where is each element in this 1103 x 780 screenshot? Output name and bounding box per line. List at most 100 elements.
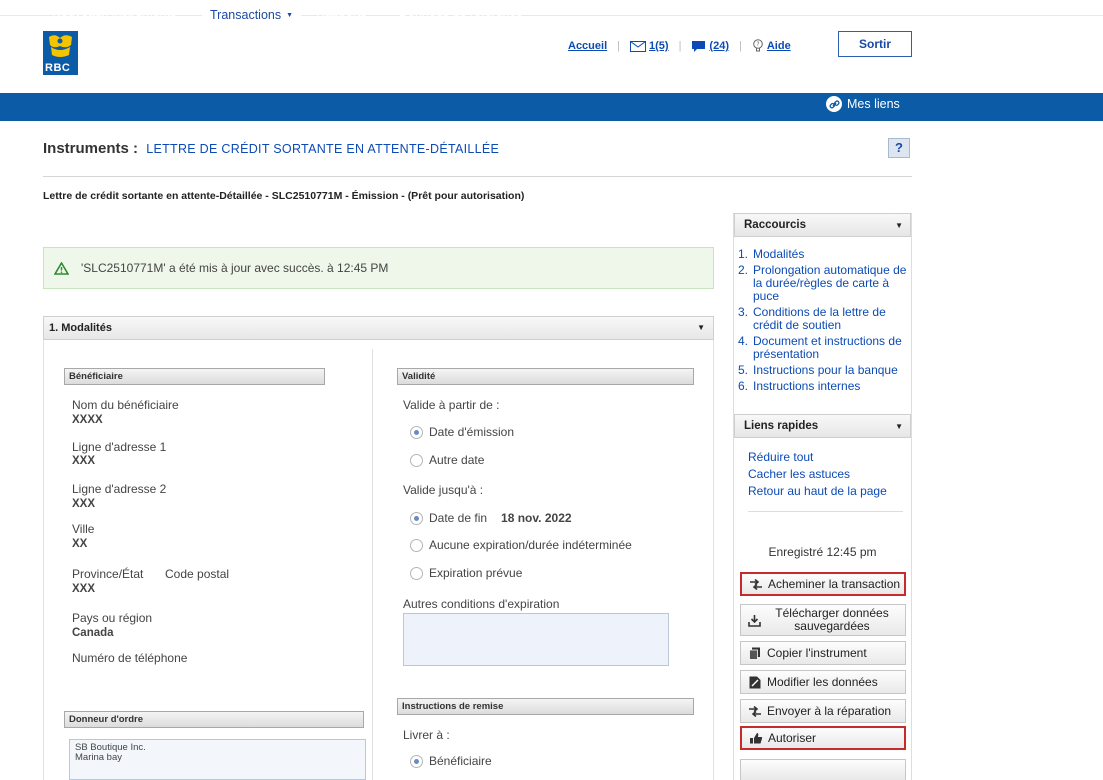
- nav-donnees-reference[interactable]: Données de référence ▼: [399, 0, 535, 28]
- code-postal-label: Code postal: [165, 567, 230, 581]
- date-fin-value: 18 nov. 2022: [501, 511, 572, 525]
- valide-until-label: Valide jusqu'à :: [403, 483, 484, 497]
- shortcuts-list: 1. Modalités 2. Prolongation automatique d…: [738, 248, 910, 396]
- envoyer-reparation-button[interactable]: Envoyer à la réparation: [740, 699, 906, 723]
- copy-icon: [747, 647, 762, 660]
- caret-down-icon: ▼: [286, 12, 294, 19]
- radio-aucune-expiration[interactable]: Aucune expiration/durée indéterminée: [410, 538, 632, 552]
- telephone-label: Numéro de téléphone: [72, 651, 188, 665]
- address-line: Marina bay: [75, 752, 122, 763]
- quick-links: Réduire tout Cacher les astuces Retour a…: [748, 449, 887, 500]
- svg-text:?: ?: [756, 41, 759, 48]
- caret-down-icon: ▼: [697, 323, 705, 332]
- livrer-label: Livrer à :: [403, 728, 450, 742]
- quick-link-cacher[interactable]: Cacher les astuces: [748, 466, 887, 483]
- aide-link[interactable]: ? Aide: [752, 39, 791, 53]
- notifications-link[interactable]: (24): [691, 40, 729, 53]
- page-title-link[interactable]: LETTRE DE CRÉDIT SORTANTE EN ATTENTE-DÉT…: [146, 142, 499, 156]
- nav-transactions[interactable]: Transactions ▼: [202, 0, 302, 28]
- radio-unchecked: [410, 566, 423, 580]
- aide-label[interactable]: Aide: [767, 40, 791, 52]
- help-button[interactable]: ?: [888, 138, 910, 158]
- caret-down-icon: ▼: [181, 9, 189, 16]
- notifications-count[interactable]: (24): [709, 40, 729, 52]
- shortcut-item[interactable]: 1. Modalités: [738, 248, 910, 261]
- button-label: Télécharger données sauvegardées: [775, 606, 889, 633]
- download-icon: [747, 614, 762, 627]
- shortcut-num: 2.: [738, 263, 749, 277]
- radio-beneficiaire[interactable]: Bénéficiaire: [410, 754, 492, 768]
- success-message: 'SLC2510771M' a été mis à jour avec succ…: [81, 261, 389, 275]
- quick-link-retour[interactable]: Retour au haut de la page: [748, 483, 887, 500]
- caret-down-icon: ▼: [527, 9, 535, 16]
- shortcut-item[interactable]: 6. Instructions internes: [738, 380, 910, 393]
- caret-down-icon: ▼: [895, 221, 903, 230]
- pays-value: Canada: [72, 627, 114, 639]
- shortcut-label: Instructions internes: [753, 379, 861, 393]
- button-label: Acheminer la transaction: [768, 577, 901, 591]
- title-divider: [43, 176, 912, 177]
- section-title: 1. Modalités: [49, 322, 112, 334]
- messages-link[interactable]: 1(5): [630, 40, 669, 52]
- shortcut-label: Conditions de la lettre de crédit de sou…: [753, 305, 886, 332]
- shortcut-item[interactable]: 4. Document et instructions de présentati…: [738, 335, 910, 361]
- route-arrows-icon: [747, 705, 762, 717]
- radio-expiration-prevue[interactable]: Expiration prévue: [410, 566, 522, 580]
- top-links: Accueil | 1(5) | (24) | ? Aide: [568, 38, 791, 54]
- shortcut-num: 3.: [738, 305, 749, 319]
- nav-label: Données de référence: [399, 5, 523, 19]
- mes-liens-label: Mes liens: [847, 97, 900, 111]
- separator: |: [738, 40, 742, 52]
- radio-checked: [410, 511, 423, 525]
- column-divider: [372, 349, 373, 780]
- warning-triangle-icon: [54, 261, 69, 275]
- shortcut-label: Document et instructions de présentation: [753, 334, 902, 361]
- raccourcis-header[interactable]: Raccourcis ▼: [734, 213, 911, 237]
- nav-label: Rapports: [316, 5, 367, 19]
- button-label: Copier l'instrument: [767, 646, 867, 660]
- ville-value: XX: [72, 538, 88, 550]
- nom-value: XXXX: [72, 414, 103, 426]
- ville-label: Ville: [72, 522, 95, 536]
- separator: |: [678, 40, 682, 52]
- radio-checked: [410, 754, 423, 768]
- section-modalites-header[interactable]: 1. Modalités ▼: [43, 316, 714, 340]
- sortir-button[interactable]: Sortir: [838, 31, 912, 57]
- shortcut-item[interactable]: 5. Instructions pour la banque: [738, 364, 910, 377]
- accueil-link[interactable]: Accueil: [568, 40, 607, 52]
- adresse1-label: Ligne d'adresse 1: [72, 440, 167, 454]
- radio-date-fin[interactable]: Date de fin 18 nov. 2022: [410, 511, 572, 525]
- button-label: Autoriser: [768, 731, 817, 745]
- help-bulb-icon: ?: [753, 39, 763, 52]
- nav-rapports[interactable]: Rapports ▼: [316, 0, 379, 28]
- quick-link-reduire[interactable]: Réduire tout: [748, 449, 887, 466]
- raccourcis-title: Raccourcis: [744, 219, 807, 231]
- radio-label: Date d'émission: [429, 425, 514, 439]
- radio-unchecked: [410, 453, 423, 467]
- autoriser-button[interactable]: Autoriser: [740, 726, 906, 750]
- radio-autre-date[interactable]: Autre date: [410, 453, 484, 467]
- acheminer-button[interactable]: Acheminer la transaction: [740, 572, 906, 596]
- modifier-button[interactable]: Modifier les données: [740, 670, 906, 694]
- adresse1-value: XXX: [72, 455, 96, 467]
- mes-liens-link[interactable]: Mes liens: [826, 96, 900, 112]
- liens-rapides-header[interactable]: Liens rapides ▼: [734, 414, 911, 438]
- messages-count[interactable]: 1(5): [649, 40, 669, 52]
- next-action-button[interactable]: [740, 759, 906, 780]
- validite-header: Validité: [397, 368, 694, 385]
- radio-label: Bénéficiaire: [429, 754, 492, 768]
- beneficiaire-header: Bénéficiaire: [64, 368, 325, 385]
- adresse2-label: Ligne d'adresse 2: [72, 482, 167, 496]
- copier-button[interactable]: Copier l'instrument: [740, 641, 906, 665]
- radio-label: Aucune expiration/durée indéterminée: [429, 538, 632, 552]
- autres-conditions-textarea[interactable]: [403, 613, 669, 666]
- sidebar-divider: [748, 511, 903, 512]
- shortcut-item[interactable]: 3. Conditions de la lettre de crédit de s…: [738, 306, 910, 332]
- edit-document-icon: [747, 676, 762, 689]
- shortcut-label: Modalités: [753, 247, 805, 261]
- nav-nouveaux-instruments[interactable]: Nouveaux instruments ▼: [52, 0, 188, 28]
- shortcut-item[interactable]: 2. Prolongation automatique de la durée/r…: [738, 264, 910, 303]
- telecharger-button[interactable]: Télécharger données sauvegardées: [740, 604, 906, 636]
- radio-date-emission[interactable]: Date d'émission: [410, 425, 514, 439]
- radio-unchecked: [410, 538, 423, 552]
